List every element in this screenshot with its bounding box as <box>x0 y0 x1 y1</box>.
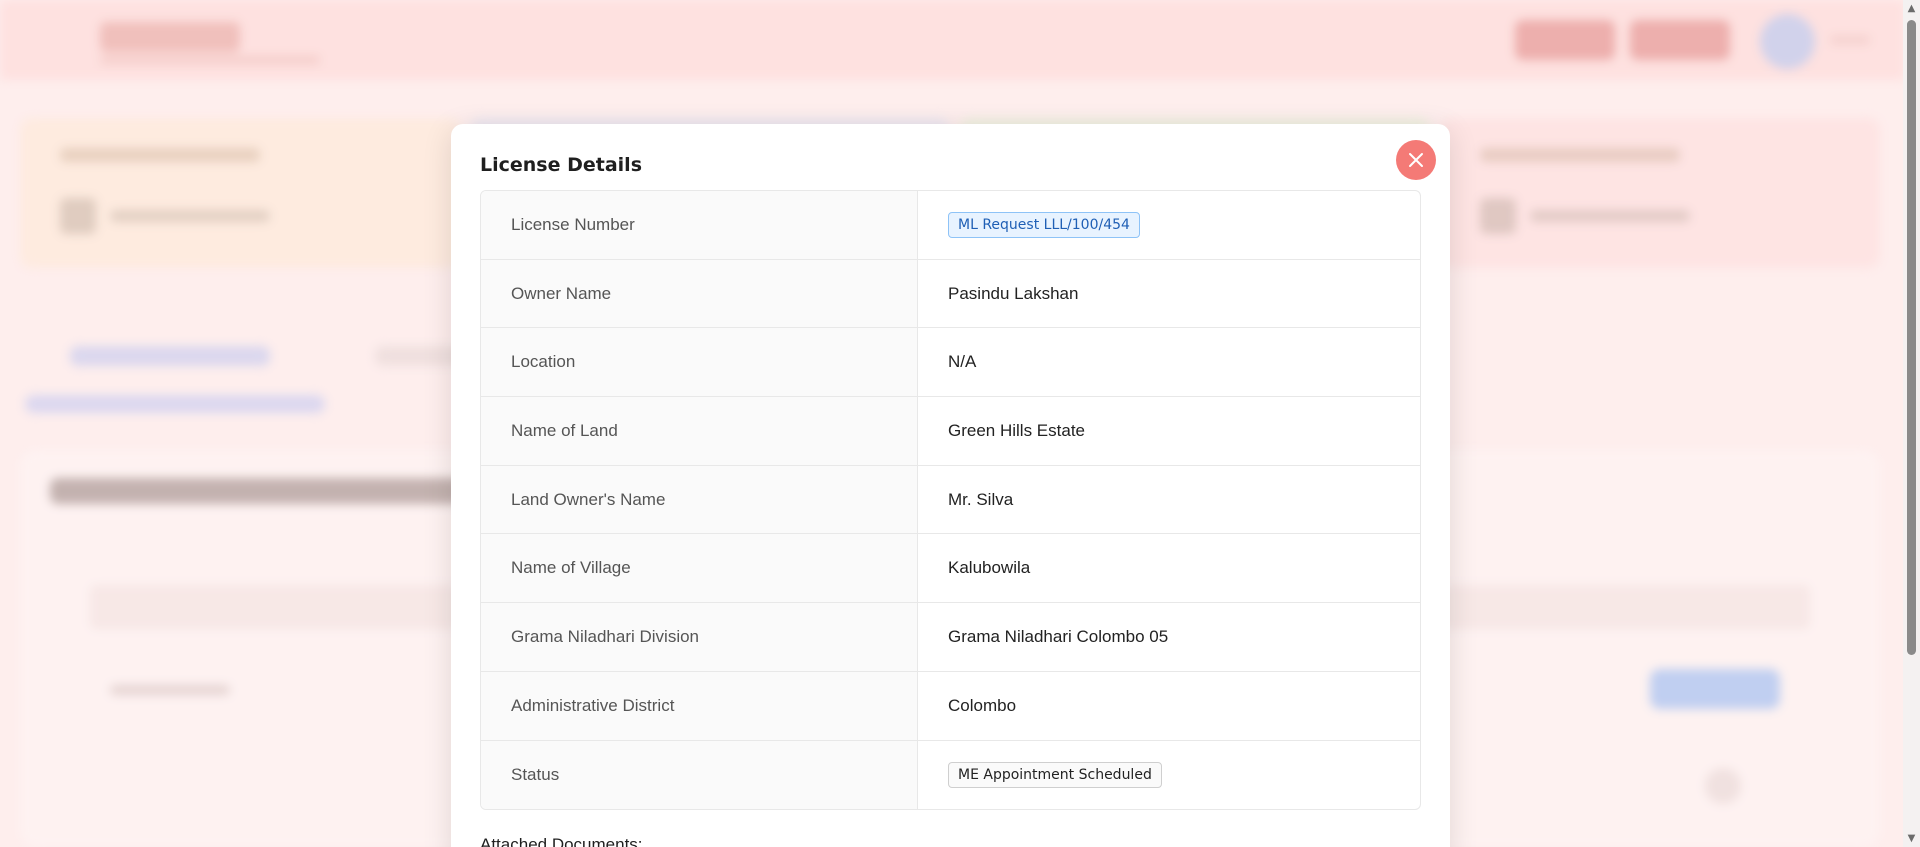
row-value: Kalubowila <box>948 558 1031 578</box>
row-label: Status <box>481 740 918 810</box>
license-details-table: License Number ML Request LLL/100/454 Ow… <box>480 190 1421 811</box>
table-row: Status ME Appointment Scheduled <box>481 740 1420 810</box>
scroll-up-arrow-icon[interactable]: ▲ <box>1903 0 1920 17</box>
table-row: Name of Land Green Hills Estate <box>481 397 1420 466</box>
modal-title: License Details <box>480 154 643 176</box>
license-details-modal: License Details License Number ML Reques… <box>451 124 1450 847</box>
row-label: Grama Niladhari Division <box>481 603 918 671</box>
row-value: Colombo <box>948 695 1017 715</box>
scrollbar-thumb[interactable] <box>1907 20 1916 655</box>
status-badge: ME Appointment Scheduled <box>948 761 1162 788</box>
table-row: License Number ML Request LLL/100/454 <box>481 191 1420 260</box>
license-number-tag: ML Request LLL/100/454 <box>948 211 1140 238</box>
close-icon <box>1409 153 1423 167</box>
row-value: Grama Niladhari Colombo 05 <box>948 626 1169 646</box>
row-label: License Number <box>481 191 918 259</box>
scroll-down-arrow-icon[interactable]: ▼ <box>1903 830 1920 847</box>
row-label: Owner Name <box>481 259 918 328</box>
row-label: Name of Land <box>481 397 918 465</box>
row-value: Pasindu Lakshan <box>948 283 1079 303</box>
row-value: ML Request LLL/100/454 <box>918 191 1420 259</box>
table-row: Grama Niladhari Division Grama Niladhari… <box>481 603 1420 672</box>
row-label: Administrative District <box>481 671 918 740</box>
page-scrollbar[interactable]: ▲ ▼ <box>1903 0 1920 847</box>
table-row: Name of Village Kalubowila <box>481 534 1420 604</box>
row-value: ME Appointment Scheduled <box>918 741 1420 810</box>
table-row: Owner Name Pasindu Lakshan <box>481 259 1420 329</box>
table-row: Land Owner's Name Mr. Silva <box>481 465 1420 535</box>
row-value: N/A <box>948 352 977 372</box>
row-label: Land Owner's Name <box>481 465 918 534</box>
table-row: Location N/A <box>481 328 1420 398</box>
row-label: Name of Village <box>481 534 918 603</box>
row-value: Green Hills Estate <box>948 420 1085 440</box>
row-value: Mr. Silva <box>948 489 1014 509</box>
row-label: Location <box>481 328 918 397</box>
close-button[interactable] <box>1396 140 1436 180</box>
attached-documents-heading: Attached Documents: <box>480 835 643 847</box>
table-row: Administrative District Colombo <box>481 671 1420 741</box>
